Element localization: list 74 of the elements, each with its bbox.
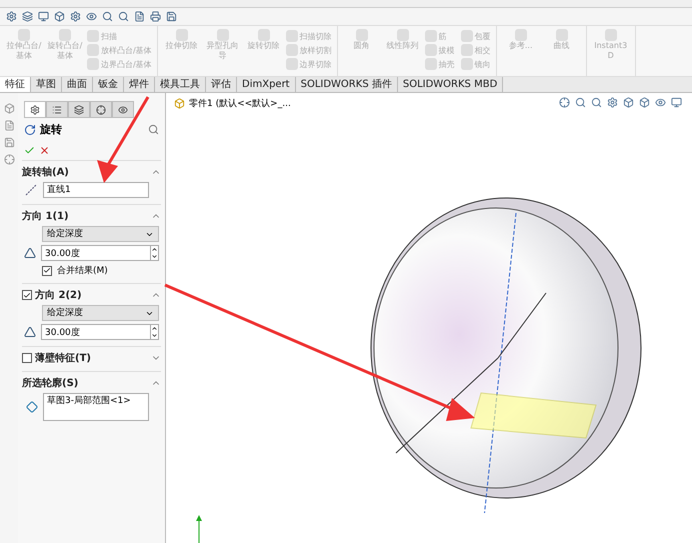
panel-tab[interactable] [90, 101, 112, 118]
checkbox[interactable] [22, 290, 32, 300]
toolbar-icon[interactable] [166, 11, 177, 22]
view-icon[interactable] [575, 97, 586, 108]
view-icon[interactable] [639, 97, 650, 108]
panel-tab[interactable] [24, 101, 46, 118]
toolbar-icon[interactable] [22, 11, 33, 22]
view-icon[interactable] [623, 97, 634, 108]
axis-field[interactable]: 直线1 [43, 182, 149, 198]
panel-tab[interactable] [68, 101, 90, 118]
checkbox[interactable] [42, 266, 52, 276]
toolbar-icon[interactable] [54, 11, 65, 22]
ribbon-tab[interactable]: 特征 [0, 77, 31, 92]
ribbon-tab[interactable]: 模具工具 [155, 77, 206, 92]
angle-icon [24, 247, 36, 259]
side-icon[interactable] [4, 103, 14, 114]
ribbon-tab[interactable]: 草图 [31, 77, 62, 92]
view-icon[interactable] [591, 97, 602, 108]
list-icon [52, 104, 62, 114]
view-icon[interactable] [607, 97, 618, 108]
toolbar-icon[interactable] [70, 11, 81, 22]
side-icon[interactable] [4, 154, 14, 165]
layers-icon [74, 104, 84, 114]
section-title[interactable]: 方向 1(1) [22, 209, 148, 223]
toolbar-icon[interactable] [150, 11, 161, 22]
view-icon[interactable] [559, 97, 570, 108]
diamond-icon [26, 401, 38, 413]
tree-item[interactable]: 零件1 (默认<<默认>_... [189, 97, 291, 110]
ok-icon[interactable] [24, 145, 35, 156]
gear-icon [30, 104, 40, 114]
checkbox-label: 合并结果(M) [57, 264, 108, 277]
spin-up-icon[interactable] [151, 325, 158, 332]
toolbar-icon[interactable] [118, 11, 129, 22]
angle-field[interactable]: 30.00度 [41, 324, 159, 340]
angle-field[interactable]: 30.00度 [41, 245, 159, 261]
panel-tab[interactable] [112, 101, 134, 118]
spin-down-icon[interactable] [151, 253, 158, 260]
spin-down-icon[interactable] [151, 332, 158, 339]
spin-up-icon[interactable] [151, 246, 158, 253]
section-title[interactable]: 方向 2(2) [35, 288, 148, 302]
revolve-icon [24, 124, 36, 136]
profile-list[interactable]: 草图3-局部范围<1> [43, 393, 149, 421]
panel-title: 旋转 [40, 122, 63, 137]
line-icon [24, 183, 38, 197]
crosshair-icon [96, 104, 106, 114]
view-icon[interactable] [655, 97, 666, 108]
angle-icon [24, 326, 36, 338]
side-icon[interactable] [4, 137, 14, 148]
toolbar-icon[interactable] [102, 11, 113, 22]
triad-icon [194, 515, 204, 543]
eye-icon [118, 104, 128, 114]
check-icon [23, 290, 31, 300]
ribbon-tab[interactable]: 钣金 [93, 77, 124, 92]
checkbox[interactable] [22, 353, 32, 363]
ribbon-tab[interactable]: 评估 [206, 77, 237, 92]
toolbar-icon[interactable] [86, 11, 97, 22]
cancel-icon[interactable] [39, 145, 50, 156]
ribbon-tab[interactable]: SOLIDWORKS MBD [398, 77, 504, 92]
check-icon [43, 266, 51, 275]
end-condition-dropdown[interactable]: 给定深度 [42, 305, 159, 321]
section-title[interactable]: 所选轮廓(S) [22, 376, 148, 390]
section-title[interactable]: 旋转轴(A) [22, 165, 148, 179]
section-title[interactable]: 薄壁特征(T) [35, 351, 148, 365]
toolbar-icon[interactable] [134, 11, 145, 22]
part-icon [174, 98, 185, 109]
view-icon[interactable] [671, 97, 682, 108]
ribbon-tab[interactable]: 焊件 [124, 77, 155, 92]
side-icon[interactable] [4, 120, 14, 131]
ribbon-tab[interactable]: 曲面 [62, 77, 93, 92]
ribbon-tab[interactable]: DimXpert [237, 77, 296, 92]
end-condition-dropdown[interactable]: 给定深度 [42, 226, 159, 242]
toolbar-icon[interactable] [38, 11, 49, 22]
toolbar-icon[interactable] [6, 11, 17, 22]
ribbon-tab[interactable]: SOLIDWORKS 插件 [296, 77, 398, 92]
